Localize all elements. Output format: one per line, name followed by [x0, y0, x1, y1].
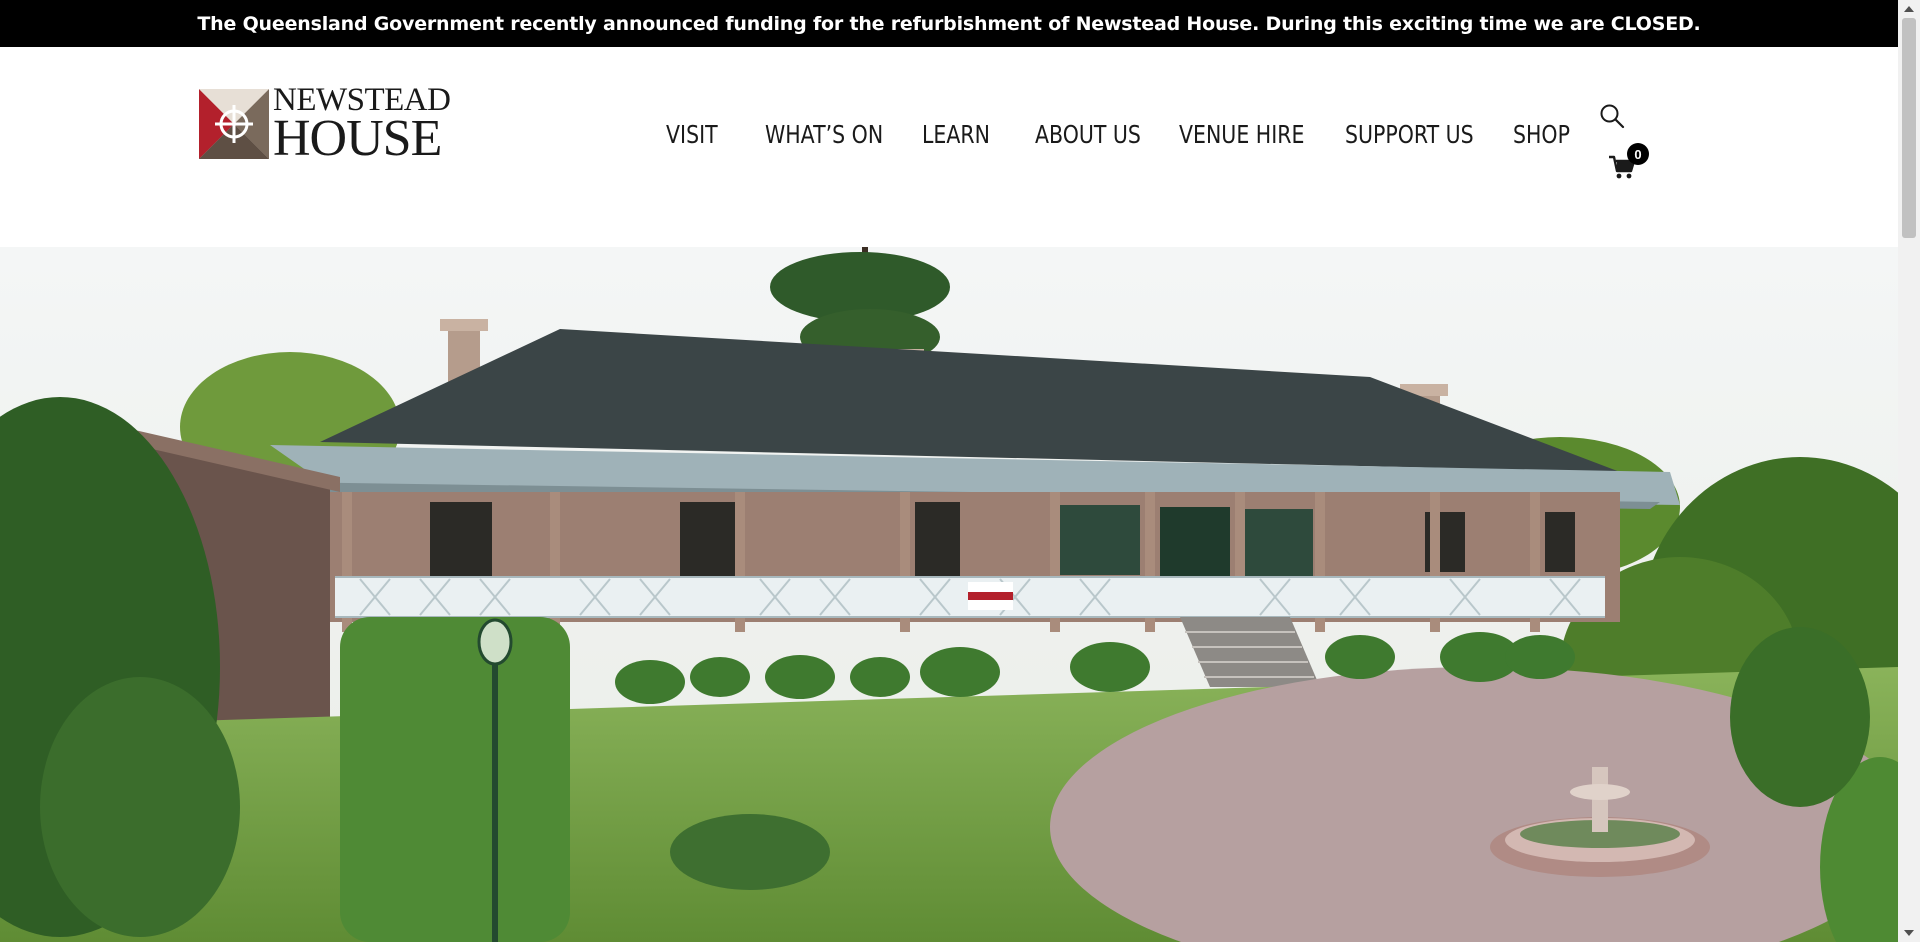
hero-image	[0, 247, 1898, 942]
nav-item-about-us[interactable]: ABOUT US	[1035, 120, 1153, 149]
scroll-up-arrow-icon[interactable]	[1898, 0, 1920, 18]
nav-item-learn[interactable]: LEARN	[922, 120, 1015, 149]
nav-item-support-us[interactable]: SUPPORT US	[1345, 120, 1483, 149]
newstead-house-photo	[0, 247, 1898, 942]
logo-emblem-icon	[199, 89, 269, 159]
scrollbar-thumb[interactable]	[1902, 18, 1916, 238]
logo-text-line2: HOUSE	[273, 109, 442, 167]
scroll-down-arrow-icon[interactable]	[1898, 924, 1920, 942]
main-nav: VISIT WHAT’S ON LEARN ABOUT US VENUE HIR…	[666, 104, 1593, 164]
cart-count-badge: 0	[1627, 143, 1649, 165]
page-scrollbar[interactable]	[1898, 0, 1920, 942]
nav-item-whats-on[interactable]: WHAT’S ON	[765, 120, 894, 149]
announcement-bar: The Queensland Government recently annou…	[0, 0, 1898, 47]
site-logo[interactable]: NEWSTEAD HOUSE	[199, 83, 459, 167]
nav-item-venue-hire[interactable]: VENUE HIRE	[1179, 120, 1315, 149]
nav-item-visit[interactable]: VISIT	[666, 120, 747, 149]
search-icon	[1600, 104, 1625, 129]
nav-item-shop[interactable]: SHOP	[1513, 120, 1579, 149]
search-button[interactable]	[1599, 103, 1625, 129]
announcement-text: The Queensland Government recently annou…	[197, 12, 1701, 35]
